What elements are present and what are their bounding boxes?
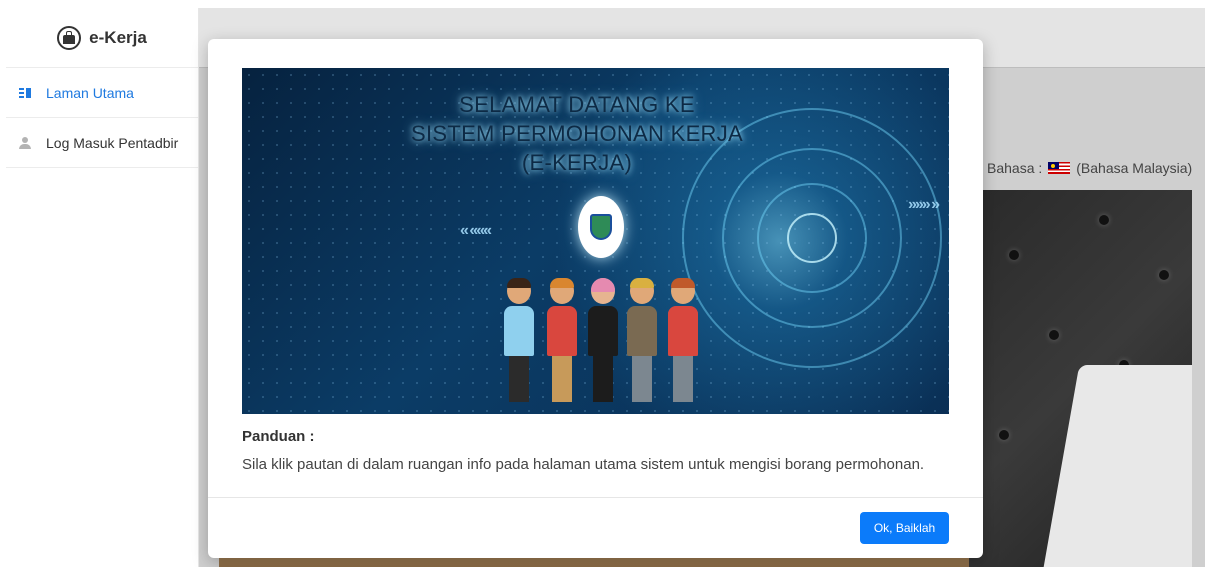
ok-button[interactable]: Ok, Baiklah [860, 512, 949, 544]
sidebar-item-label: Log Masuk Pentadbir [46, 134, 179, 151]
person-illustration [668, 278, 698, 402]
guide-text: Sila klik pautan di dalam ruangan info p… [242, 456, 925, 473]
banner-line-3: (E-KERJA) [521, 150, 633, 175]
chevrons-right-icon: »»» » [908, 196, 940, 213]
brand[interactable]: e-Kerja [6, 8, 198, 68]
person-illustration [627, 278, 657, 402]
language-value: (Bahasa Malaysia) [1076, 160, 1193, 176]
background-photo [969, 190, 1192, 567]
chevrons-left-icon: « ««« [460, 222, 492, 239]
emblem-logo [578, 196, 624, 258]
language-selector[interactable]: Bahasa : (Bahasa Malaysia) [987, 160, 1192, 176]
briefcase-icon [57, 25, 82, 50]
banner-line-2: SISTEM PERMOHONAN KERJA [410, 121, 744, 146]
sidebar-item-laman-utama[interactable]: Laman Utama [6, 68, 198, 118]
sidebar: e-Kerja Laman Utama Log Masuk Pentadbir [6, 8, 199, 567]
language-label: Bahasa : [987, 160, 1043, 176]
banner-title: SELAMAT DATANG KE SISTEM PERMOHONAN KERJ… [392, 90, 762, 177]
person-illustration [588, 278, 618, 402]
person-illustration [504, 278, 534, 402]
sidebar-item-label: Laman Utama [46, 84, 134, 101]
modal-footer-divider [208, 497, 983, 498]
welcome-banner: SELAMAT DATANG KE SISTEM PERMOHONAN KERJ… [242, 68, 949, 414]
sidebar-item-log-masuk-pentadbir[interactable]: Log Masuk Pentadbir [6, 118, 198, 168]
brand-title: e-Kerja [89, 27, 147, 47]
banner-line-1: SELAMAT DATANG KE [459, 92, 695, 117]
welcome-modal: SELAMAT DATANG KE SISTEM PERMOHONAN KERJ… [208, 39, 983, 558]
book-icon [18, 86, 32, 100]
person-illustration [547, 278, 577, 402]
malaysia-flag-icon [1048, 162, 1071, 174]
guide-title: Panduan : [242, 428, 315, 445]
user-icon [18, 136, 32, 150]
